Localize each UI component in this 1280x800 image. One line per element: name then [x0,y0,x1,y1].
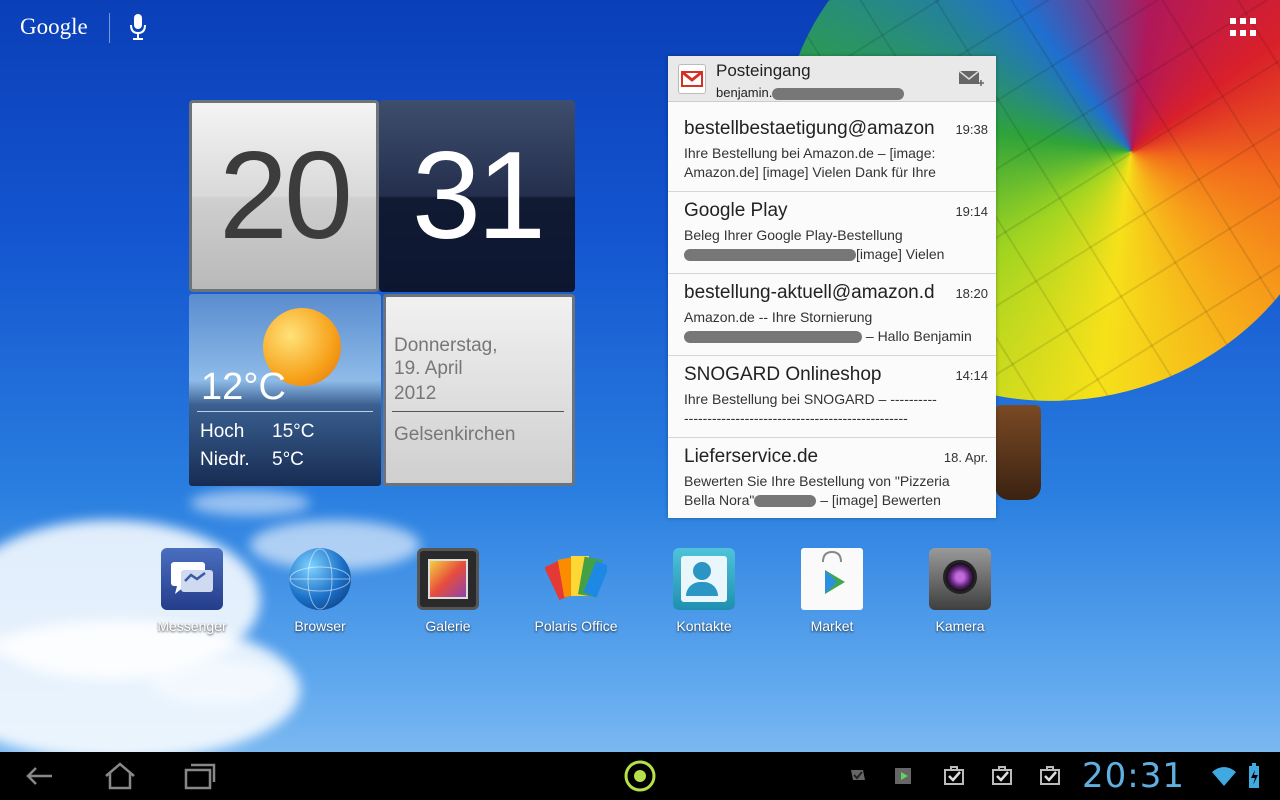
redacted-text [684,331,862,344]
mail-item[interactable]: bestellung-aktuell@amazon.de 18:20 Amazo… [668,274,996,356]
contacts-icon [673,548,735,610]
recent-apps-icon[interactable] [182,760,218,792]
cloud-decoration [150,660,280,704]
microphone-icon[interactable] [128,12,148,42]
high-value: 15°C [272,421,315,442]
launcher-ring-icon[interactable] [623,759,657,793]
app-contacts[interactable]: Kontakte [644,548,764,634]
app-camera[interactable]: Kamera [900,548,1020,634]
download-complete-icon[interactable] [1038,764,1062,788]
date-widget[interactable]: Donnerstag, 19. April 2012 Gelsenkirchen [383,294,575,486]
mail-snippet: Beleg Ihrer Google Play-Bestellung [imag… [684,227,945,262]
mail-sender: SNOGARD Onlineshop [684,364,882,385]
current-temperature: 12°C [201,366,286,408]
mail-time: 14:14 [955,368,988,383]
all-apps-icon[interactable] [1230,18,1258,38]
weather-widget[interactable]: 12°C Hoch 15°C Niedr. 5°C [189,294,381,486]
weekday: Donnerstag, [394,335,498,356]
app-label: Polaris Office [534,618,618,634]
gallery-icon [417,548,479,610]
messenger-icon [161,548,223,610]
mail-time: 18:20 [955,286,988,301]
mail-time: 19:38 [955,122,988,137]
cloud-decoration [190,490,310,516]
download-complete-icon[interactable] [942,764,966,788]
mail-item[interactable]: Google Play 19:14 Beleg Ihrer Google Pla… [668,192,996,274]
mail-snippet: Ihre Bestellung bei Amazon.de – [image: A… [684,145,936,180]
market-bag-icon [801,548,863,610]
mail-snippet: Ihre Bestellung bei SNOGARD – ----------… [684,391,937,426]
system-navigation-bar: 20:31 [0,752,1280,800]
back-icon[interactable] [24,760,56,792]
app-label: Browser [294,618,346,634]
top-divider [109,13,110,43]
mail-sender: Google Play [684,200,788,221]
camera-icon [929,548,991,610]
app-label: Kontakte [676,618,732,634]
year: 2012 [394,383,437,404]
redacted-text [684,249,856,262]
app-label: Market [810,618,854,634]
weather-divider [197,411,373,412]
app-messenger[interactable]: Messenger [132,548,252,634]
download-complete-icon[interactable] [990,764,1014,788]
clock-minutes[interactable]: 31 [379,100,575,292]
redacted-text [754,495,817,508]
high-temp-row: Hoch 15°C [200,421,314,443]
notification-icon[interactable] [848,766,868,786]
polaris-office-icon [544,548,610,610]
gmail-icon [678,64,706,94]
clock-hours[interactable]: 20 [189,100,379,292]
home-icon[interactable] [102,760,138,792]
mail-sender: bestellung-aktuell@amazon.de [684,282,934,303]
play-store-notification-icon[interactable] [893,764,917,788]
battery-icon[interactable] [1246,762,1262,790]
mail-snippet: Amazon.de -- Ihre Stornierung – Hallo Be… [684,309,972,344]
gmail-widget[interactable]: Posteingang benjamin. bestellbestaetigun… [668,56,996,518]
globe-icon [289,548,351,610]
gmail-header[interactable]: Posteingang benjamin. [668,56,996,102]
app-label: Messenger [157,618,227,634]
google-search-button[interactable]: Google [20,14,88,40]
high-label: Hoch [200,421,245,442]
mail-time: 18. Apr. [943,450,988,465]
app-gallery[interactable]: Galerie [388,548,508,634]
redacted-text [772,87,905,100]
mail-item[interactable]: SNOGARD Onlineshop 14:14 Ihre Bestellung… [668,356,996,438]
mail-item[interactable]: bestellbestaetigung@amazon.de 19:38 Ihre… [668,110,996,192]
account-label: benjamin. [716,85,905,100]
low-temp-row: Niedr. 5°C [200,449,304,471]
low-value: 5°C [272,449,304,470]
mail-snippet: Bewerten Sie Ihre Bestellung von "Pizzer… [684,473,950,508]
mail-time: 19:14 [955,204,988,219]
date-divider [392,411,564,412]
compose-mail-icon[interactable] [958,68,984,90]
inbox-title: Posteingang [716,61,811,80]
wifi-icon[interactable] [1210,764,1238,788]
mail-sender: bestellbestaetigung@amazon.de [684,118,934,139]
app-label: Galerie [425,618,471,634]
low-label: Niedr. [200,449,250,470]
balloon-basket [995,405,1041,500]
app-label: Kamera [935,618,985,634]
app-browser[interactable]: Browser [260,548,380,634]
mail-item[interactable]: Lieferservice.de 18. Apr. Bewerten Sie I… [668,438,996,520]
app-market[interactable]: Market [772,548,892,634]
day-month: 19. April [394,358,463,379]
app-polaris-office[interactable]: Polaris Office [516,548,636,634]
status-clock[interactable]: 20:31 [1082,756,1185,796]
mail-sender: Lieferservice.de [684,446,819,467]
city: Gelsenkirchen [394,424,516,445]
